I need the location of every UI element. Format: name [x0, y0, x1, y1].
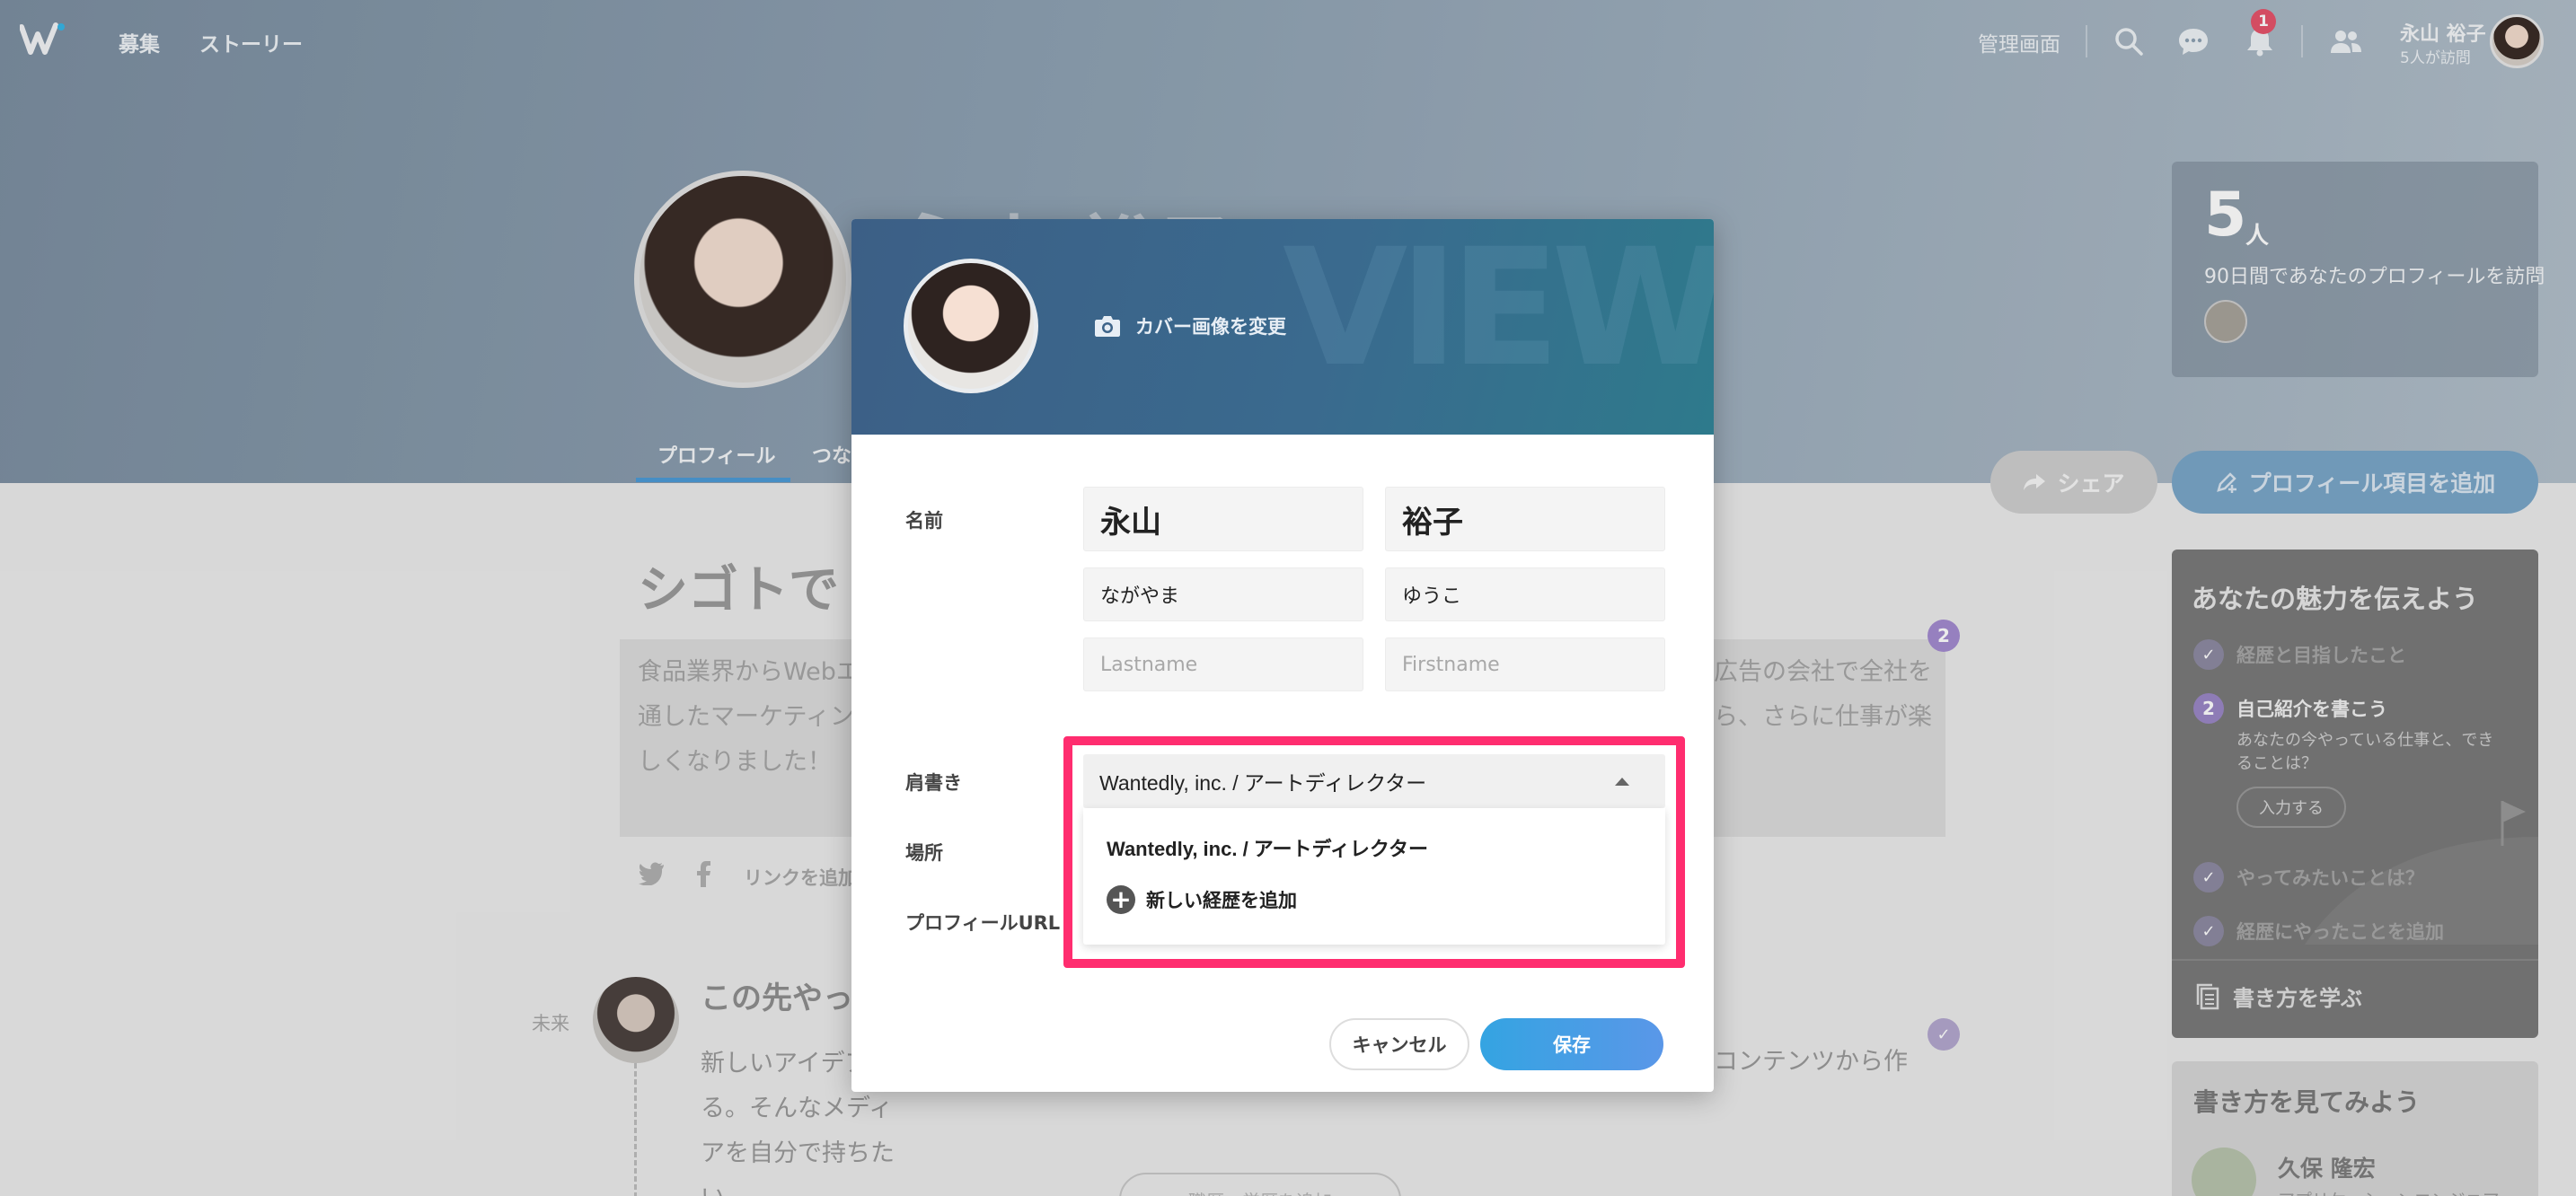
last-name-input[interactable] [1083, 487, 1363, 551]
title-dropdown-menu: Wantedly, inc. / アートディレクター + 新しい経歴を追加 [1083, 808, 1665, 945]
change-cover-button[interactable]: カバー画像を変更 [1094, 312, 1286, 339]
last-name-kana-input[interactable] [1083, 567, 1363, 621]
camera-icon [1095, 316, 1120, 337]
title-label: 肩書き [905, 772, 962, 794]
add-new-career-option[interactable]: + 新しい経歴を追加 [1107, 885, 1297, 914]
title-select[interactable]: Wantedly, inc. / アートディレクター [1083, 754, 1665, 808]
plus-circle-icon: + [1107, 885, 1135, 914]
location-label: 場所 [905, 842, 943, 864]
profile-url-label: プロフィールURL [905, 912, 1061, 934]
first-name-input[interactable] [1385, 487, 1665, 551]
title-select-value: Wantedly, inc. / アートディレクター [1099, 771, 1427, 795]
name-label: 名前 [905, 510, 943, 532]
change-cover-label: カバー画像を変更 [1135, 316, 1286, 338]
dropdown-option-label: Wantedly, inc. / アートディレクター [1107, 838, 1429, 860]
add-new-career-label: 新しい経歴を追加 [1146, 890, 1297, 911]
first-name-roman-input[interactable] [1385, 638, 1665, 691]
modal-avatar[interactable] [904, 259, 1038, 393]
caret-up-icon [1615, 777, 1629, 786]
first-name-kana-input[interactable] [1385, 567, 1665, 621]
save-button[interactable]: 保存 [1480, 1018, 1663, 1070]
cover-decoration: VIEW [1283, 219, 1714, 402]
last-name-roman-input[interactable] [1083, 638, 1363, 691]
dropdown-option[interactable]: Wantedly, inc. / アートディレクター [1107, 833, 1428, 862]
edit-profile-modal: VIEW カバー画像を変更 名前 肩書き 場所 プロフィールURL Wanted… [851, 219, 1714, 1092]
cancel-button[interactable]: キャンセル [1329, 1018, 1469, 1070]
